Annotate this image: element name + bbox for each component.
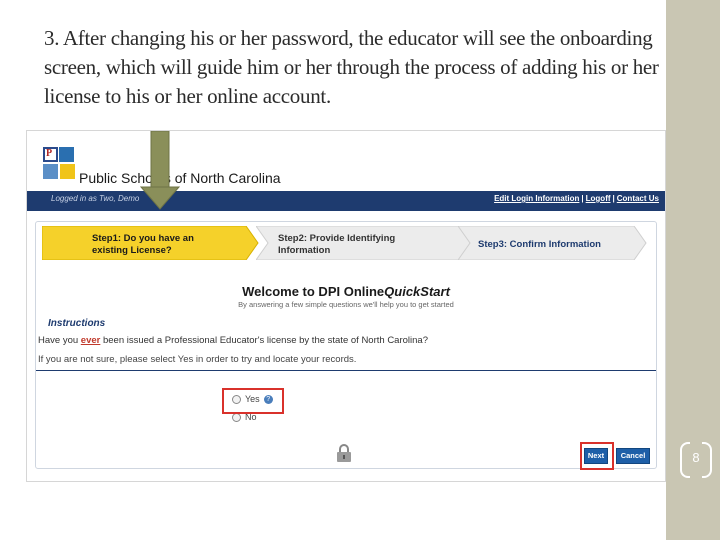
step-1: Step1: Do you have an existing License? [42, 226, 260, 260]
slide-title: 3. After changing his or her password, t… [44, 26, 659, 108]
license-question: Have you ever been issued a Professional… [38, 335, 428, 346]
no-radio[interactable] [232, 413, 241, 423]
step-3: Step3: Confirm Information [458, 226, 649, 260]
step-1-label: Step1: Do you have an existing License? [92, 233, 194, 256]
lock-icon [337, 444, 351, 462]
welcome-subtitle: By answering a few simple questions we'l… [238, 300, 454, 309]
logged-in-text: Logged in as Two, Demo [51, 194, 140, 203]
instructions-heading: Instructions [48, 318, 106, 329]
screenshot-window: P Public Schools of North Carolina Logge… [26, 130, 666, 482]
nav-bar: Logged in as Two, Demo Edit Login Inform… [27, 191, 665, 211]
welcome-heading: Welcome to DPI OnlineQuickStart [242, 284, 450, 299]
contact-us-link[interactable]: Contact Us [617, 194, 659, 203]
divider [36, 370, 656, 371]
down-arrow-icon [139, 131, 181, 210]
instructions-note: If you are not sure, please select Yes i… [38, 354, 357, 365]
page-number: 8 [680, 440, 716, 480]
content-panel: Step1: Do you have an existing License? S… [35, 221, 657, 470]
dpi-logo-icon: P [43, 147, 77, 181]
nav-links: Edit Login Information | Logoff | Contact Us [494, 194, 659, 203]
step-2: Step2: Provide Identifying Information [256, 226, 476, 260]
step-2-label: Step2: Provide Identifying Information [278, 233, 396, 256]
next-highlight-box [580, 442, 614, 470]
cancel-button[interactable]: Cancel [616, 448, 650, 464]
page-number-text: 8 [692, 450, 700, 465]
step-progress: Step1: Do you have an existing License? S… [42, 226, 649, 260]
logoff-link[interactable]: Logoff [586, 194, 611, 203]
edit-login-link[interactable]: Edit Login Information [494, 194, 579, 203]
yes-highlight-box [222, 388, 284, 414]
step-3-label: Step3: Confirm Information [478, 239, 601, 250]
